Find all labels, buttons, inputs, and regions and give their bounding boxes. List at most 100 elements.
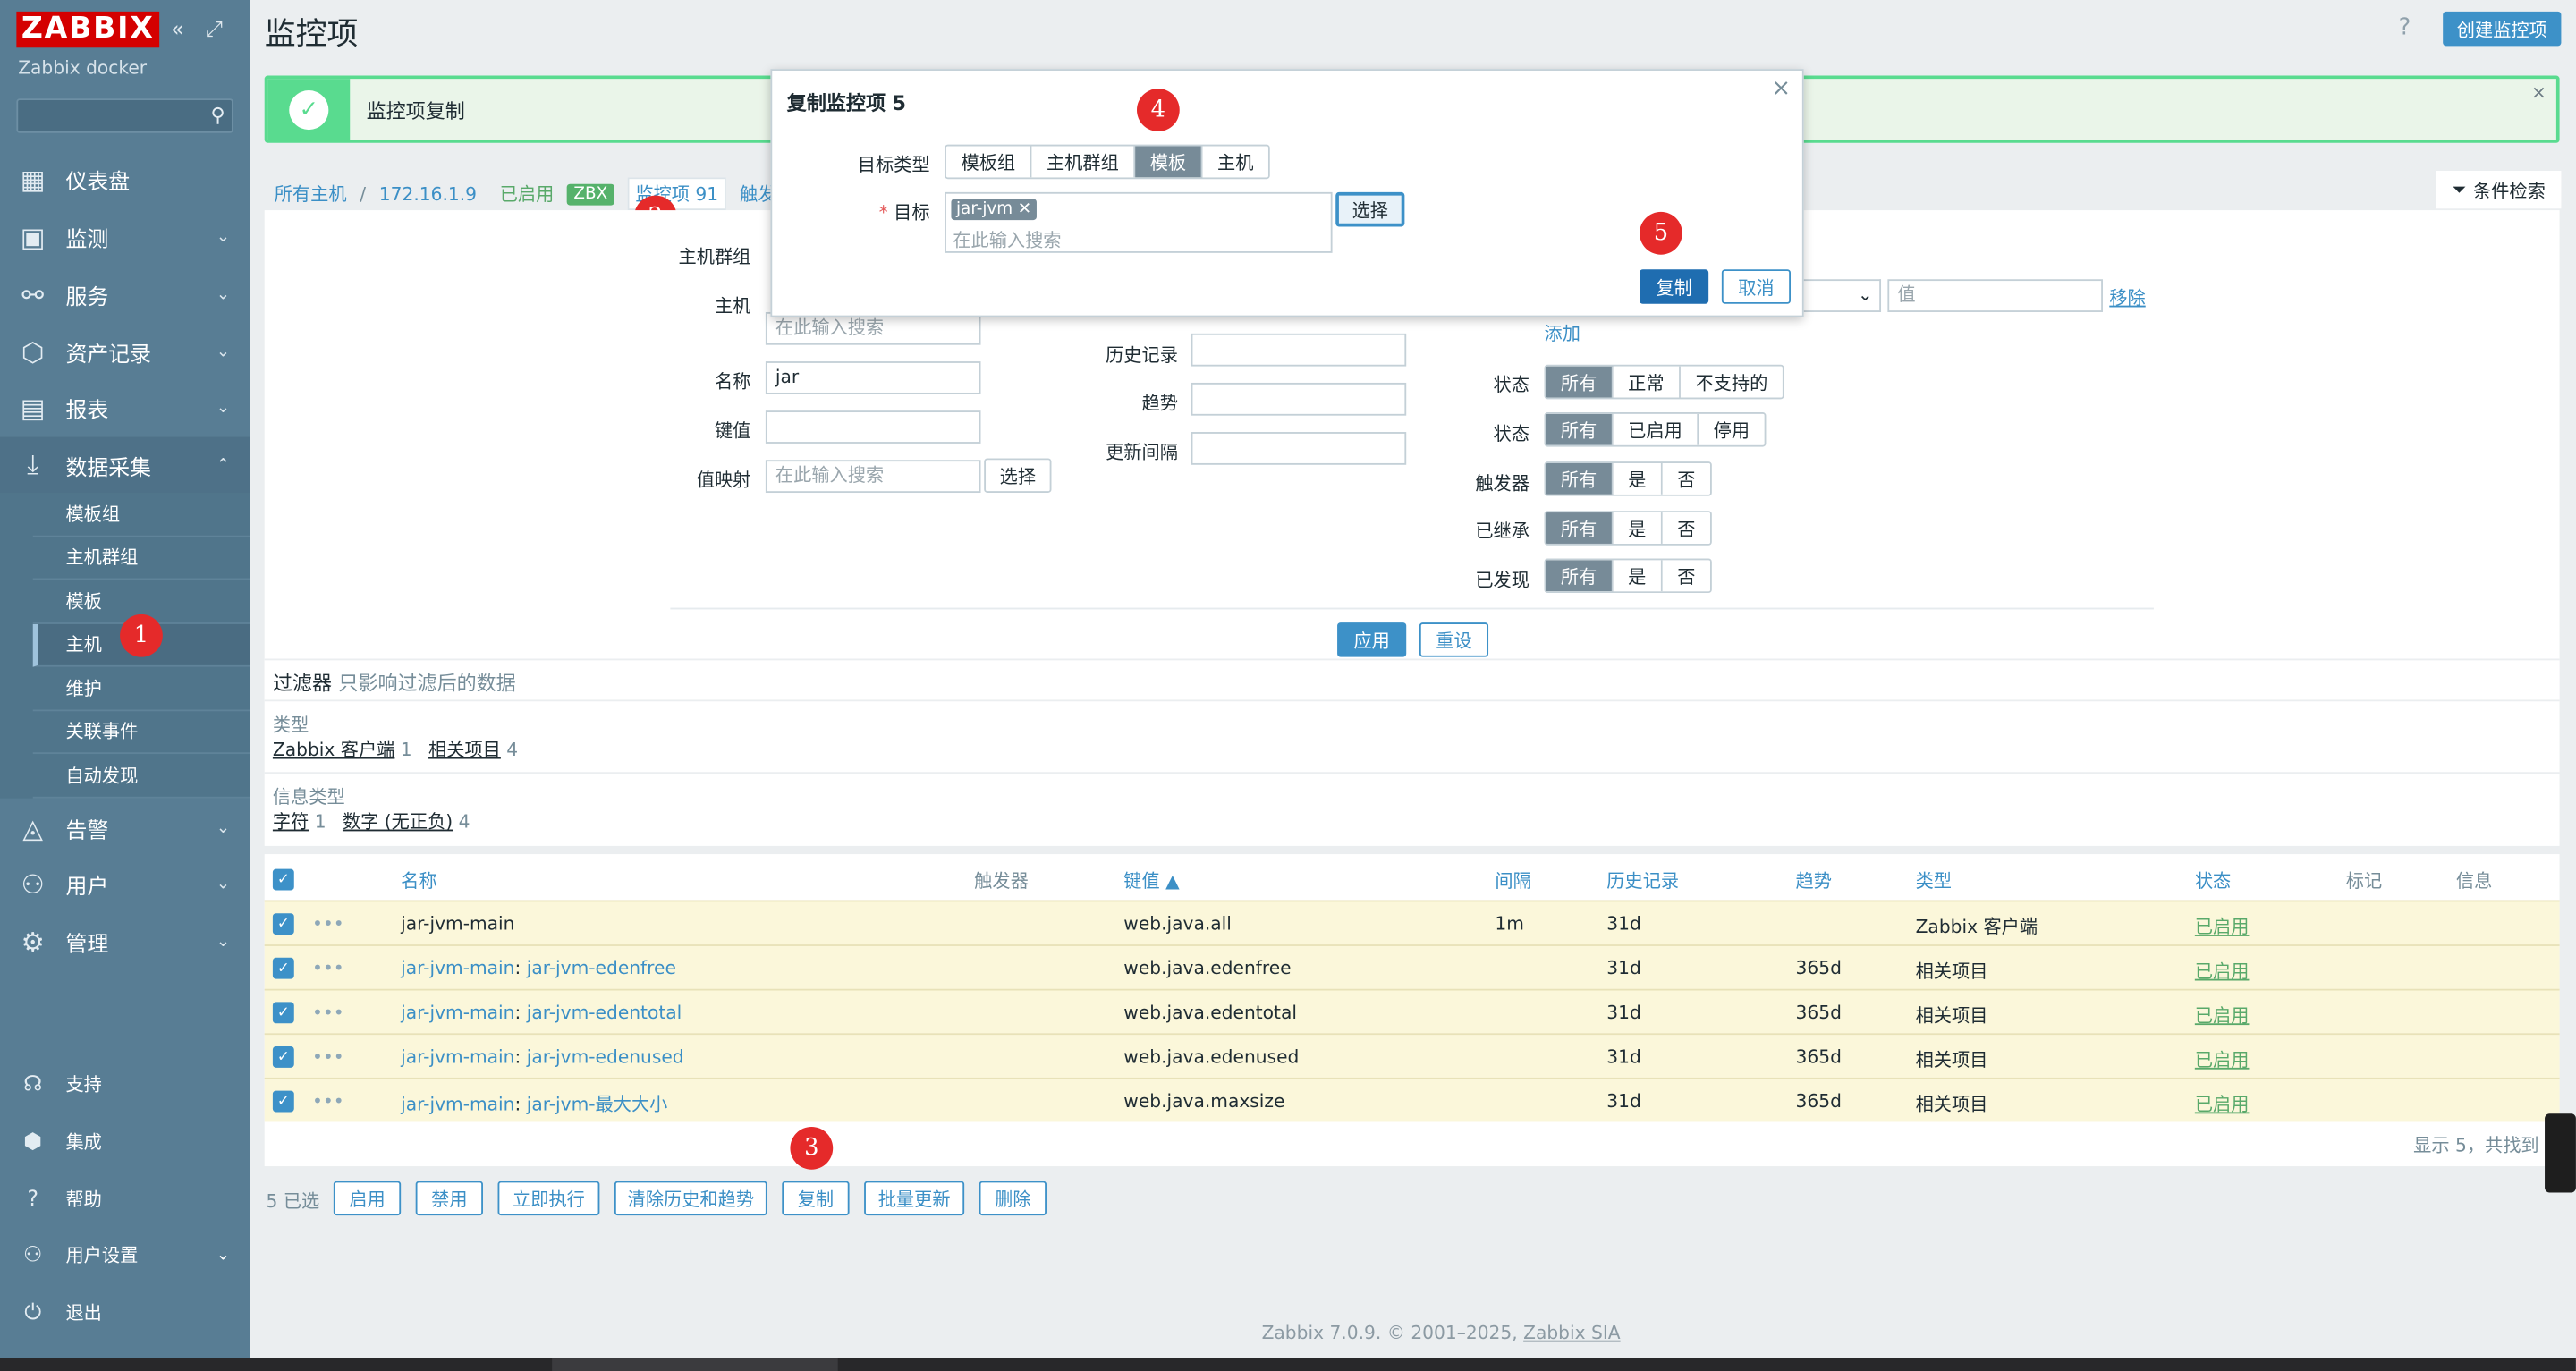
search-icon[interactable]: ⚲ <box>210 104 225 127</box>
menu-administration[interactable]: ⚙ 管理 ⌄ <box>0 913 250 969</box>
table-row[interactable]: ✓ ••• jar-jvm-main: jar-jvm-edenused web… <box>264 1033 2560 1078</box>
submenu-template-groups[interactable]: 模板组 <box>32 493 250 537</box>
row-checkbox[interactable]: ✓ <box>272 1045 294 1068</box>
column-name[interactable]: 名称 <box>401 867 436 893</box>
target-multiselect[interactable]: jar-jvm ✕ 在此输入搜索 <box>945 191 1333 253</box>
subfilter-info-item[interactable]: 字符 1 <box>273 808 326 834</box>
menu-user-settings[interactable]: ⚇ 用户设置 ⌄ <box>0 1227 250 1282</box>
close-icon[interactable]: × <box>1771 75 1791 101</box>
zabbix-logo[interactable]: ZABBIX <box>16 11 160 48</box>
menu-sign-out[interactable]: ⏻ 退出 <box>0 1284 250 1340</box>
target-type-templates[interactable]: 模板 <box>1135 146 1203 178</box>
breadcrumb-all-hosts[interactable]: 所有主机 <box>275 181 347 207</box>
clear-history-button[interactable]: 清除历史和趋势 <box>614 1181 767 1216</box>
table-row[interactable]: ✓ ••• jar-jvm-main: jar-jvm-edenfree web… <box>264 944 2560 989</box>
menu-reports[interactable]: ▤ 报表 ⌄ <box>0 379 250 435</box>
column-trends[interactable]: 趋势 <box>1796 867 1832 893</box>
item-name-link[interactable]: jar-jvm-edentotal <box>527 1002 682 1023</box>
table-row[interactable]: ✓ ••• jar-jvm-main web.java.all 1m 31d Z… <box>264 900 2560 945</box>
sidebar-search-input[interactable]: ⚲ <box>16 98 233 133</box>
floating-scroll-handle[interactable] <box>2545 1113 2576 1193</box>
row-checkbox[interactable]: ✓ <box>272 1090 294 1113</box>
select-all-checkbox[interactable]: ✓ <box>272 868 294 891</box>
item-status[interactable]: 已启用 <box>2195 1046 2250 1072</box>
subfilter-type-name[interactable]: Zabbix 客户端 <box>273 740 394 761</box>
help-icon[interactable]: ? <box>2399 15 2411 41</box>
item-name-link[interactable]: jar-jvm-main <box>401 913 514 935</box>
remove-tag-link[interactable]: 移除 <box>2109 284 2145 310</box>
delete-button[interactable]: 删除 <box>979 1181 1046 1216</box>
name-input[interactable]: jar <box>765 361 981 394</box>
apply-filter-button[interactable]: 应用 <box>1337 622 1407 657</box>
item-name-link[interactable]: jar-jvm-最大大小 <box>527 1094 668 1115</box>
dialog-copy-button[interactable]: 复制 <box>1640 269 1709 304</box>
inherited-no[interactable]: 否 <box>1662 512 1711 544</box>
triggers-yes[interactable]: 是 <box>1613 462 1663 495</box>
close-icon[interactable]: × <box>2531 82 2546 104</box>
master-item-link[interactable]: jar-jvm-main <box>401 1046 514 1068</box>
menu-integrations[interactable]: ⬢ 集成 <box>0 1113 250 1169</box>
tag-value-input[interactable]: 值 <box>1887 279 2103 312</box>
key-input[interactable] <box>765 410 981 444</box>
row-menu-icon[interactable]: ••• <box>312 1091 344 1113</box>
state-not-supported[interactable]: 不支持的 <box>1680 366 1783 398</box>
menu-services[interactable]: ⚯ 服务 ⌄ <box>0 267 250 322</box>
subfilter-type-item[interactable]: 相关项目 4 <box>428 736 518 762</box>
submenu-event-correlation[interactable]: 关联事件 <box>32 710 250 755</box>
item-status[interactable]: 已启用 <box>2195 1002 2250 1028</box>
status-enabled[interactable]: 已启用 <box>1613 413 1699 445</box>
target-search-input[interactable]: 在此输入搜索 <box>953 226 1061 252</box>
submenu-discovery[interactable]: 自动发现 <box>32 754 250 798</box>
table-row[interactable]: ✓ ••• jar-jvm-main: jar-jvm-最大大小 web.jav… <box>264 1077 2560 1122</box>
subfilter-info-name[interactable]: 数字 (无正负) <box>343 811 453 833</box>
triggers-no[interactable]: 否 <box>1662 462 1711 495</box>
target-type-template-groups[interactable]: 模板组 <box>945 146 1032 178</box>
enable-button[interactable]: 启用 <box>333 1181 402 1216</box>
menu-inventory[interactable]: ⬡ 资产记录 ⌄ <box>0 324 250 379</box>
target-select-button[interactable]: 选择 <box>1335 191 1405 227</box>
menu-data-collection[interactable]: ⤓ 数据采集 ⌃ <box>0 436 250 494</box>
disable-button[interactable]: 禁用 <box>415 1181 483 1216</box>
column-key[interactable]: 键值 ▲ <box>1123 867 1179 893</box>
reset-filter-button[interactable]: 重设 <box>1419 622 1489 657</box>
item-status[interactable]: 已启用 <box>2195 913 2250 939</box>
subfilter-info-item[interactable]: 数字 (无正负) 4 <box>343 808 470 834</box>
master-item-link[interactable]: jar-jvm-main <box>401 958 514 979</box>
column-type[interactable]: 类型 <box>1916 867 1952 893</box>
column-interval[interactable]: 间隔 <box>1495 867 1530 893</box>
item-status[interactable]: 已启用 <box>2195 1091 2250 1117</box>
master-item-link[interactable]: jar-jvm-main <box>401 1094 514 1115</box>
status-all[interactable]: 所有 <box>1546 413 1614 445</box>
row-menu-icon[interactable]: ••• <box>312 958 344 979</box>
master-item-link[interactable]: jar-jvm-main <box>401 1002 514 1023</box>
kiosk-mode-icon[interactable]: ⤢ <box>206 18 223 43</box>
submenu-host-groups[interactable]: 主机群组 <box>32 537 250 580</box>
update-interval-input[interactable] <box>1191 432 1407 465</box>
dialog-cancel-button[interactable]: 取消 <box>1721 269 1792 304</box>
create-item-button[interactable]: 创建监控项 <box>2443 11 2562 47</box>
row-menu-icon[interactable]: ••• <box>312 1002 344 1023</box>
menu-support[interactable]: ☊ 支持 <box>0 1056 250 1112</box>
state-all[interactable]: 所有 <box>1546 366 1614 398</box>
row-checkbox[interactable]: ✓ <box>272 913 294 935</box>
column-history[interactable]: 历史记录 <box>1606 867 1679 893</box>
collapse-sidebar-icon[interactable]: « <box>171 18 184 43</box>
item-name-link[interactable]: jar-jvm-edenused <box>527 1046 684 1068</box>
item-status[interactable]: 已启用 <box>2195 958 2250 984</box>
copy-button[interactable]: 复制 <box>782 1181 850 1216</box>
menu-monitoring[interactable]: ▣ 监测 ⌄ <box>0 208 250 264</box>
table-row[interactable]: ✓ ••• jar-jvm-main: jar-jvm-edentotal we… <box>264 988 2560 1034</box>
target-type-hosts[interactable]: 主机 <box>1202 146 1268 178</box>
row-menu-icon[interactable]: ••• <box>312 913 344 935</box>
triggers-all[interactable]: 所有 <box>1546 462 1614 495</box>
menu-help[interactable]: ? 帮助 <box>0 1172 250 1227</box>
subfilter-info-name[interactable]: 字符 <box>273 811 309 833</box>
row-checkbox[interactable]: ✓ <box>272 957 294 979</box>
add-tag-link[interactable]: 添加 <box>1544 320 1580 346</box>
target-type-host-groups[interactable]: 主机群组 <box>1031 146 1136 178</box>
value-map-input[interactable]: 在此输入搜索 <box>765 460 981 494</box>
status-disabled[interactable]: 停用 <box>1699 413 1765 445</box>
breadcrumb-host[interactable]: 172.16.1.9 <box>379 183 477 205</box>
menu-users[interactable]: ⚇ 用户 ⌄ <box>0 856 250 911</box>
submenu-maintenance[interactable]: 维护 <box>32 667 250 711</box>
